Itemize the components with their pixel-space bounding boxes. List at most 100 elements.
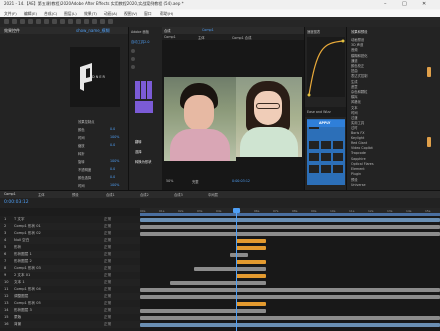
layer-mode[interactable]: 正常 bbox=[104, 251, 111, 258]
layer-mode[interactable]: 正常 bbox=[104, 279, 111, 286]
subtab[interactable]: Comp1 合成 bbox=[232, 35, 251, 40]
layer-mode[interactable]: 正常 bbox=[104, 272, 111, 279]
playhead[interactable] bbox=[236, 208, 237, 331]
layer-row[interactable]: 8 Comp1 形状 03 正常 bbox=[0, 265, 140, 272]
layer-row[interactable]: 13 Comp1 形状 05 正常 bbox=[0, 300, 140, 307]
layer-mode[interactable]: 正常 bbox=[104, 223, 111, 230]
layer-row[interactable]: 16 背景 正常 bbox=[0, 321, 140, 328]
effects-list-item[interactable]: Boris FX bbox=[351, 131, 364, 135]
effects-list-item[interactable]: Sapphire bbox=[351, 157, 366, 161]
layer-mode[interactable]: 正常 bbox=[104, 258, 111, 265]
hand-tool-icon[interactable] bbox=[20, 19, 25, 24]
pan-tool-icon[interactable] bbox=[52, 19, 57, 24]
grid-preset-icon[interactable] bbox=[135, 101, 153, 113]
layer-name[interactable]: 2 文本 01 bbox=[14, 272, 30, 279]
layer-bar[interactable] bbox=[140, 287, 440, 292]
layer-name[interactable]: Comp1 形状 03 bbox=[14, 265, 41, 272]
quality-select[interactable]: 完整 bbox=[192, 179, 199, 184]
zoom-tool-icon[interactable] bbox=[28, 19, 33, 24]
plugin-item[interactable]: 自动工具2.0 bbox=[131, 39, 149, 44]
timeline-tab[interactable]: 预设 bbox=[72, 192, 79, 197]
layer-row[interactable]: 2 Comp1 形状 01 正常 bbox=[0, 223, 140, 230]
timeline-tab[interactable]: Comp1 bbox=[4, 192, 16, 196]
grid-preset-icon[interactable] bbox=[135, 81, 153, 99]
layer-row[interactable]: 7 形状图层 2 正常 bbox=[0, 258, 140, 265]
timeline-tab[interactable]: 合成1 bbox=[106, 192, 115, 197]
pen-tool-icon[interactable] bbox=[68, 19, 73, 24]
layer-row[interactable]: 9 2 文本 01 正常 bbox=[0, 272, 140, 279]
property-value[interactable]: 0.0 bbox=[110, 175, 115, 179]
work-area-bar[interactable] bbox=[140, 213, 440, 216]
layer-row[interactable]: 10 文本 1 正常 bbox=[0, 279, 140, 286]
timeline-tab[interactable]: 合成3 bbox=[174, 192, 183, 197]
effects-list-item[interactable]: Trapcode bbox=[351, 151, 366, 155]
puppet-tool-icon[interactable] bbox=[108, 19, 113, 24]
layer-bar[interactable] bbox=[140, 322, 440, 327]
layer-name[interactable]: Comp1 形状 04 bbox=[14, 286, 41, 293]
layer-bar[interactable] bbox=[140, 308, 266, 313]
subtab[interactable]: Comp1 bbox=[164, 35, 176, 39]
layer-name[interactable]: 形状图层 2 bbox=[14, 258, 32, 265]
tab-effects-presets[interactable]: 效果和预设 bbox=[351, 29, 367, 34]
timeline-tab[interactable]: 合成2 bbox=[140, 192, 149, 197]
rotate-tool-icon[interactable] bbox=[36, 19, 41, 24]
effects-list-item[interactable]: Optical Flares bbox=[351, 162, 374, 166]
property-value[interactable]: 100% bbox=[110, 159, 119, 163]
convert-shape-button[interactable]: 转换为形状 bbox=[135, 159, 151, 164]
tab-layer-name[interactable]: show_name_模糊 bbox=[76, 28, 110, 34]
timeline-tab[interactable]: 中间层 bbox=[208, 192, 218, 197]
flip-button[interactable]: 翻转 bbox=[135, 139, 142, 144]
effects-list-item[interactable]: Plugin bbox=[351, 172, 361, 176]
property-value[interactable]: 0.0 bbox=[110, 143, 115, 147]
layer-row[interactable]: 4 Null 空白 正常 bbox=[0, 237, 140, 244]
radio-icon[interactable] bbox=[131, 65, 135, 69]
layer-mode[interactable]: 正常 bbox=[104, 300, 111, 307]
layer-name[interactable]: 蒙版 bbox=[14, 314, 21, 321]
camera-tool-icon[interactable] bbox=[44, 19, 49, 24]
preset-thumbnail-icon[interactable] bbox=[333, 165, 343, 173]
layer-mode[interactable]: 正常 bbox=[104, 265, 111, 272]
layer-mode[interactable]: 正常 bbox=[104, 237, 111, 244]
selection-tool-icon[interactable] bbox=[12, 19, 17, 24]
text-tool-icon[interactable] bbox=[76, 19, 81, 24]
layer-name[interactable]: Null 空白 bbox=[14, 237, 29, 244]
playhead-handle-icon[interactable] bbox=[233, 208, 240, 213]
subtab[interactable]: 主体 bbox=[198, 35, 205, 40]
speed-curve-graph[interactable] bbox=[307, 37, 345, 97]
property-value[interactable]: 100% bbox=[110, 183, 119, 187]
layer-bar[interactable] bbox=[236, 259, 266, 264]
tab-plugin[interactable]: Adobe 面板 bbox=[131, 29, 149, 34]
layer-bar[interactable] bbox=[170, 280, 266, 285]
layer-row[interactable]: 15 蒙版 正常 bbox=[0, 314, 140, 321]
maximize-button[interactable]: □ bbox=[402, 1, 407, 7]
effects-list-item[interactable]: Keylight bbox=[351, 136, 364, 140]
preset-thumbnail-icon[interactable] bbox=[309, 141, 319, 149]
layer-bar[interactable] bbox=[236, 301, 266, 306]
preset-thumbnail-icon[interactable] bbox=[309, 165, 319, 173]
radio-icon[interactable] bbox=[131, 57, 135, 61]
layer-bar[interactable] bbox=[140, 217, 440, 222]
timeline-timecode[interactable]: 0:00:03:12 bbox=[4, 200, 29, 205]
property-value[interactable]: 100% bbox=[110, 135, 119, 139]
layer-name[interactable]: T 文字 bbox=[14, 216, 25, 223]
brush-tool-icon[interactable] bbox=[84, 19, 89, 24]
preset-thumbnail-icon[interactable] bbox=[333, 153, 343, 161]
layer-bar[interactable] bbox=[140, 294, 440, 299]
layer-bar[interactable] bbox=[230, 252, 248, 257]
layer-bar[interactable] bbox=[236, 273, 266, 278]
preset-thumbnail-icon[interactable] bbox=[309, 153, 319, 161]
layer-bar[interactable] bbox=[236, 238, 266, 243]
layer-row[interactable]: 11 Comp1 形状 04 正常 bbox=[0, 286, 140, 293]
layer-mode[interactable]: 正常 bbox=[104, 321, 111, 328]
effects-list-item[interactable]: Universe bbox=[351, 183, 366, 187]
close-button[interactable]: ✕ bbox=[422, 1, 426, 7]
preset-thumbnail-icon[interactable] bbox=[333, 141, 343, 149]
layer-mode[interactable]: 正常 bbox=[104, 293, 111, 300]
layer-row[interactable]: 3 Comp1 形状 02 正常 bbox=[0, 230, 140, 237]
preset-thumbnail-icon[interactable] bbox=[321, 153, 331, 161]
layer-row[interactable]: 14 形状图层 3 正常 bbox=[0, 307, 140, 314]
eraser-tool-icon[interactable] bbox=[100, 19, 105, 24]
layer-row[interactable]: 5 形状 正常 bbox=[0, 244, 140, 251]
select-button[interactable]: 选择 bbox=[135, 149, 142, 154]
layer-row[interactable]: 1 T 文字 正常 bbox=[0, 216, 140, 223]
